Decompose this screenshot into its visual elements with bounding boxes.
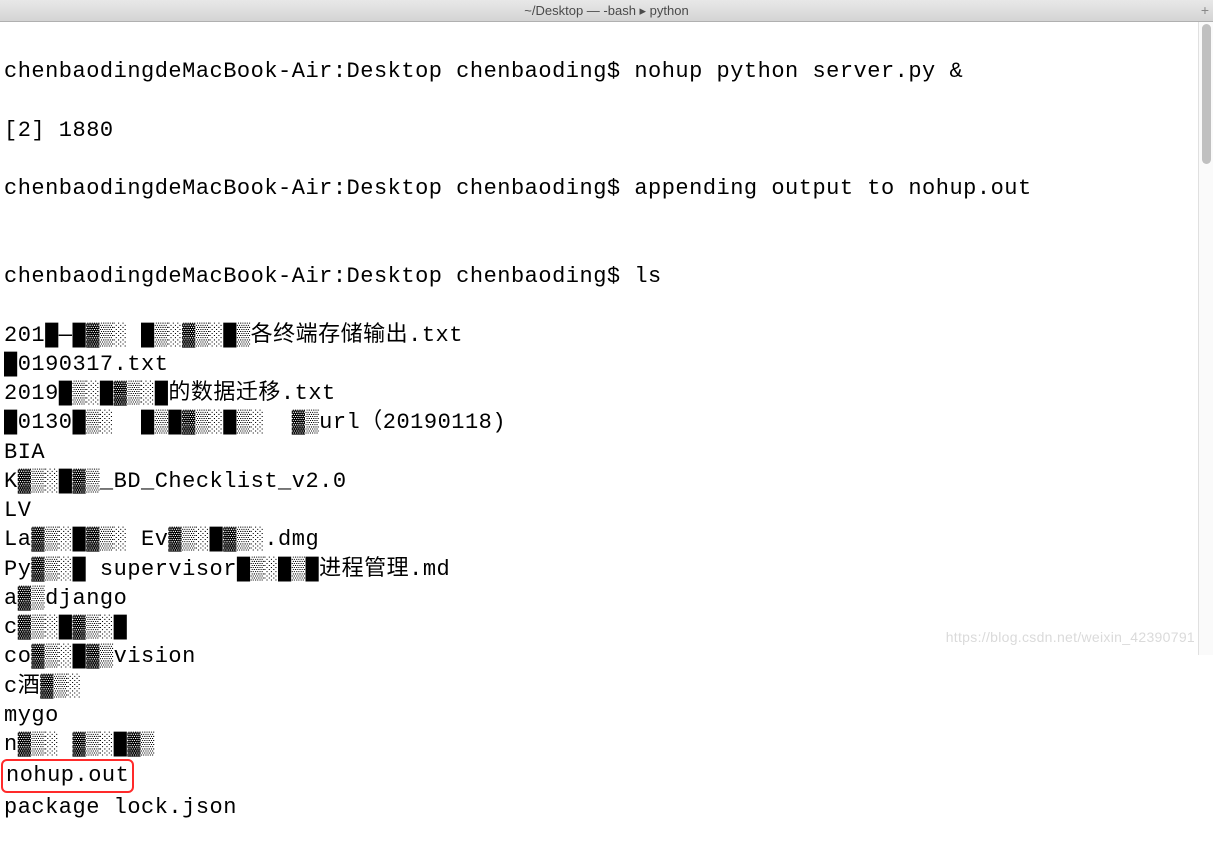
command-text: ls — [634, 264, 661, 289]
vertical-scrollbar[interactable] — [1198, 22, 1213, 655]
ls-file-entry: K▓▒░█▓▒_BD_Checklist_v2.0 — [4, 467, 1209, 496]
scrollbar-thumb[interactable] — [1202, 24, 1211, 164]
ls-file-entry: █0190317.txt — [4, 350, 1209, 379]
terminal-line: [2] 1880 — [4, 116, 1209, 145]
output-text: appending output to nohup.out — [634, 176, 1031, 201]
ls-file-entry: co▓▒░█▓▒vision — [4, 642, 1209, 671]
ls-file-entry: mygo — [4, 701, 1209, 730]
ls-file-entry: a▓▒django — [4, 584, 1209, 613]
ls-file-entry: n▓▒░ ▓▒░█▓▒ — [4, 730, 1209, 759]
command-text: nohup python server.py & — [634, 59, 963, 84]
shell-prompt: chenbaodingdeMacBook-Air:Desktop chenbao… — [4, 59, 634, 84]
window-titlebar: ~/Desktop — -bash ▸ python + — [0, 0, 1213, 22]
shell-prompt: chenbaodingdeMacBook-Air:Desktop chenbao… — [4, 264, 634, 289]
ls-file-entry: 201█—█▓▒░ █▒░▓▒░█▒各终端存储输出.txt — [4, 321, 1209, 350]
ls-file-entry: La▓▒░█▓▒░ Ev▓▒░█▓▒░.dmg — [4, 525, 1209, 554]
ls-output-block: 201█—█▓▒░ █▒░▓▒░█▒各终端存储输出.txt█0190317.tx… — [4, 321, 1209, 822]
ls-file-entry: BIA — [4, 438, 1209, 467]
ls-file-entry: c酒▓▒░ — [4, 672, 1209, 701]
ls-file-entry: Py▓▒░█ supervisor█▒░█▒█进程管理.md — [4, 555, 1209, 584]
ls-file-entry: nohup.out — [4, 759, 1209, 792]
new-tab-button[interactable]: + — [1201, 2, 1209, 18]
ls-file-entry: LV — [4, 496, 1209, 525]
ls-file-entry: 2019█▒░█▓▒░█的数据迁移.txt — [4, 379, 1209, 408]
ls-file-entry: █0130█▒░ █▒█▓▒░█▒░ ▓▒url（20190118) — [4, 408, 1209, 437]
terminal-output[interactable]: chenbaodingdeMacBook-Air:Desktop chenbao… — [0, 22, 1213, 857]
watermark-text: https://blog.csdn.net/weixin_42390791 — [946, 629, 1195, 645]
ls-file-entry: package lock.json — [4, 793, 1209, 822]
terminal-line: chenbaodingdeMacBook-Air:Desktop chenbao… — [4, 57, 1209, 86]
window-title: ~/Desktop — -bash ▸ python — [524, 3, 688, 19]
shell-prompt: chenbaodingdeMacBook-Air:Desktop chenbao… — [4, 176, 634, 201]
terminal-line: chenbaodingdeMacBook-Air:Desktop chenbao… — [4, 262, 1209, 291]
highlighted-file: nohup.out — [1, 759, 134, 792]
terminal-line: chenbaodingdeMacBook-Air:Desktop chenbao… — [4, 174, 1209, 203]
